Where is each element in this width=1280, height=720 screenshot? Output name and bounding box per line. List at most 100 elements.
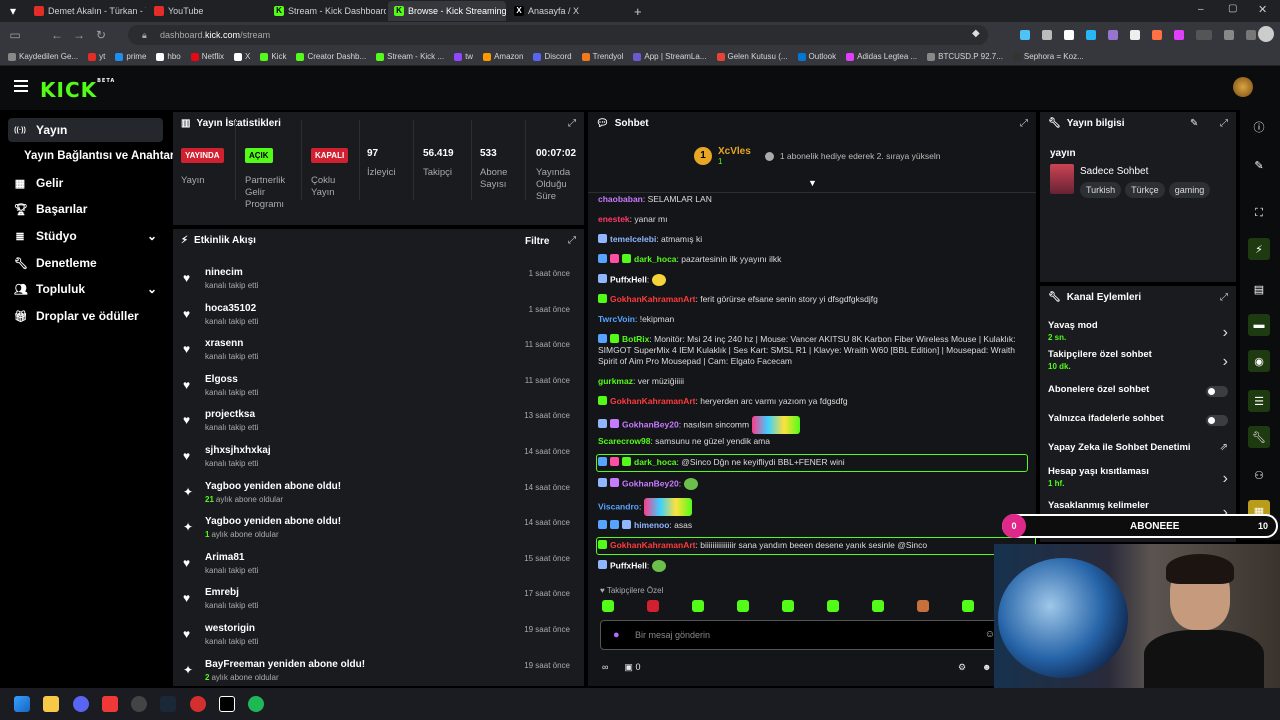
bolt-icon[interactable]: ⚡︎ [1248, 238, 1270, 260]
pinned-toggle-icon[interactable]: ▼ [808, 178, 817, 188]
bookmark-item[interactable]: hbo [156, 52, 181, 61]
emote-icon[interactable] [602, 600, 614, 612]
extension-icon[interactable] [1152, 30, 1162, 40]
category-name[interactable]: Sadece Sohbet [1080, 166, 1148, 177]
chevron-right-icon[interactable]: › [1223, 353, 1228, 371]
chat-username[interactable]: dark_hoca [634, 457, 677, 467]
channel-action-row[interactable]: Yasaklanmış kelimeler [1048, 500, 1228, 511]
extension-icon[interactable] [1042, 30, 1052, 40]
steam-icon[interactable] [160, 696, 176, 712]
chat-username[interactable]: PuffxHell [610, 274, 647, 284]
chat-username[interactable]: PuffxHell [610, 560, 647, 570]
bookmark-item[interactable]: Gelen Kutusu (... [716, 52, 788, 61]
emote-icon[interactable] [737, 600, 749, 612]
url-field[interactable]: 🔒︎ dashboard.kick.com/stream [128, 25, 988, 45]
people-icon[interactable]: ⚇ [1248, 464, 1270, 486]
obs-icon[interactable] [131, 696, 147, 712]
popout-icon[interactable]: ⤢ [1020, 118, 1028, 129]
extension-icon[interactable] [1130, 30, 1140, 40]
stream-tag[interactable]: gaming [1168, 182, 1211, 198]
emote-icon[interactable] [962, 600, 974, 612]
stack-icon[interactable]: ☰ [1248, 390, 1270, 412]
sidebar-item-7[interactable]: 🎁︎ Droplar ve ödüller [8, 304, 163, 328]
document-icon[interactable]: ▤ [1248, 278, 1270, 300]
browser-tab-active[interactable]: K Browse - Kick Streaming [388, 1, 506, 21]
close-icon[interactable]: ✕ [1258, 3, 1267, 16]
bookmark-item[interactable]: Outlook [797, 52, 836, 61]
sidebar-item-2[interactable]: ▦ Gelir [8, 171, 163, 195]
new-tab-icon[interactable]: + [634, 4, 642, 19]
chat-username[interactable]: Viscandro [598, 501, 639, 511]
popout-icon[interactable]: ⤢ [568, 235, 576, 246]
sidebar-item-6[interactable]: 👥︎ Topluluk ⌄ [8, 277, 163, 301]
browser-tab[interactable]: X Anasayfa / X [508, 1, 626, 21]
extension-icon[interactable] [1174, 30, 1184, 40]
chat-username[interactable]: dark_hoca [634, 254, 677, 264]
chat-username[interactable]: Scarecrow98 [598, 436, 650, 446]
chat-username[interactable]: chaobaban [598, 194, 643, 204]
reload-icon[interactable]: ↻ [90, 28, 112, 42]
chat-username[interactable]: TwrcVoin [598, 314, 635, 324]
menu-icon[interactable] [14, 80, 28, 92]
bookmark-item[interactable]: Kaydedilen Ge... [8, 52, 78, 61]
emote-icon[interactable] [782, 600, 794, 612]
back-icon[interactable]: ← [46, 28, 68, 42]
pencil-icon[interactable]: ✎ [1248, 154, 1270, 176]
fullscreen-icon[interactable]: ⛶ [1248, 202, 1270, 224]
channel-action-row[interactable]: Abonelere özel sohbet [1048, 384, 1228, 395]
emote-icon[interactable] [647, 600, 659, 612]
bookmark-item[interactable]: X [234, 52, 250, 61]
chat-username[interactable]: BotRix [622, 334, 649, 344]
popout-icon[interactable]: ⤢ [1220, 118, 1228, 129]
sidebar-item-1[interactable]: Yayın Bağlantısı ve Anahtarı [8, 144, 178, 168]
settings-icon[interactable]: ⚙ [958, 662, 966, 673]
infinity-icon[interactable]: ∞ [602, 662, 608, 672]
popout-icon[interactable]: ⤢ [568, 118, 576, 129]
gift-leaderboard[interactable]: 1 XcVles 1 1 abonelik hediye ederek 2. sı… [694, 146, 940, 166]
popout-icon[interactable]: ⤢ [1220, 292, 1228, 303]
minimize-icon[interactable]: – [1198, 4, 1204, 15]
profile-avatar[interactable] [1258, 26, 1274, 42]
bookmark-item[interactable]: Stream - Kick ... [376, 52, 444, 61]
chat-username[interactable]: GokhanKahramanArt [610, 396, 696, 406]
extension-icon[interactable] [1224, 30, 1234, 40]
bookmark-item[interactable]: Sephora = Koz... [1012, 52, 1084, 61]
kick-logo[interactable]: KICKBETA [40, 78, 115, 102]
mic-icon[interactable]: ● [613, 629, 620, 641]
app-icon[interactable] [190, 696, 206, 712]
channel-action-row[interactable]: Hesap yaşı kısıtlaması 1 hf. [1048, 466, 1228, 488]
extension-icon[interactable] [1246, 30, 1256, 40]
chat-username[interactable]: enestek [598, 214, 630, 224]
bookmark-item[interactable]: yt [88, 52, 105, 61]
vivaldi-icon[interactable] [102, 696, 118, 712]
browser-tab[interactable]: K Stream - Kick Dashboard [268, 1, 386, 21]
bookmark-item[interactable]: Trendyol [581, 52, 623, 61]
browser-tab[interactable]: Demet Akalın - Türkan - Yo [28, 1, 146, 21]
bookmark-item[interactable]: Discord [533, 52, 572, 61]
stream-tag[interactable]: Turkish [1080, 182, 1122, 198]
panel-toggle-icon[interactable]: ▭ [4, 28, 26, 42]
channel-action-row[interactable]: Yapay Zeka ile Sohbet Denetimi [1048, 442, 1228, 453]
info-icon[interactable]: ⓘ [1248, 116, 1270, 138]
sidebar-item-5[interactable]: 🔧︎ Denetleme [8, 251, 163, 275]
spotify-icon[interactable] [248, 696, 264, 712]
channel-action-row[interactable]: Yavaş mod 2 sn. [1048, 320, 1228, 342]
bookmark-item[interactable]: Creator Dashb... [296, 52, 366, 61]
chat-username[interactable]: GokhanKahramanArt [610, 294, 696, 304]
filter-button[interactable]: Filtre [525, 236, 549, 247]
emote-icon[interactable] [872, 600, 884, 612]
extension-icon[interactable] [1108, 30, 1118, 40]
emote-icon[interactable] [692, 600, 704, 612]
extension-icon[interactable] [1020, 30, 1030, 40]
bookmark-item[interactable]: App | StreamLa... [633, 52, 707, 61]
extension-icon[interactable] [1086, 30, 1096, 40]
extension-icon[interactable] [1064, 30, 1074, 40]
wrench-icon[interactable]: 🔧︎ [1248, 426, 1270, 448]
discord-icon[interactable] [73, 696, 89, 712]
broadcast-icon[interactable]: ◉ [1248, 350, 1270, 372]
bookmark-item[interactable]: tw [454, 52, 473, 61]
bookmark-item[interactable]: Kick [260, 52, 286, 61]
chat-input[interactable]: ● Bir mesaj gönderin ☺ [600, 620, 1002, 650]
browser-tab[interactable]: YouTube [148, 1, 266, 21]
bookmark-item[interactable]: BTCUSD.P 92.7... [927, 52, 1003, 61]
